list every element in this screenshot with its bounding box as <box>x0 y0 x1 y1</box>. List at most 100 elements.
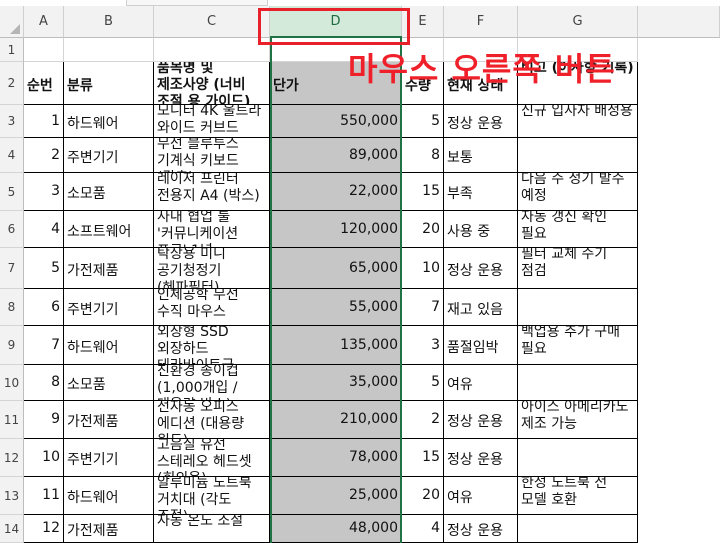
cell-seq[interactable]: 6 <box>24 289 64 326</box>
column-header-a[interactable]: A <box>24 6 64 38</box>
row-header[interactable]: 7 <box>0 248 24 289</box>
cell-status[interactable]: 보통 <box>444 138 518 173</box>
cell-category[interactable]: 하드웨어 <box>64 326 154 365</box>
cell-qty[interactable]: 3 <box>402 326 444 365</box>
cell-price[interactable]: 65,000 <box>270 248 402 289</box>
cell-seq[interactable]: 3 <box>24 173 64 211</box>
row-header[interactable]: 2 <box>0 62 24 105</box>
cell-spec[interactable]: 탁상용 미니 공기청정기 (헤파필터) <box>154 248 270 289</box>
cell-note[interactable] <box>518 138 638 173</box>
cell-qty[interactable]: 20 <box>402 477 444 515</box>
cell-spec[interactable]: 모니터 4K 울트라 와이드 커브드 모니터 34 <box>154 105 270 138</box>
cell-status[interactable]: 부족 <box>444 173 518 211</box>
cell-empty[interactable] <box>24 38 64 62</box>
row-header[interactable]: 14 <box>0 515 24 543</box>
cell-spec[interactable]: 레이저 프린터 전용지 A4 (박스) <box>154 173 270 211</box>
cell-seq[interactable]: 7 <box>24 326 64 365</box>
cell-qty[interactable]: 5 <box>402 365 444 401</box>
column-header-overflow[interactable] <box>638 6 720 38</box>
cell-seq[interactable]: 1 <box>24 105 64 138</box>
cell-spec[interactable]: 전자동 오피스 에디션 (대용량 원두) <box>154 401 270 439</box>
cell-spec[interactable]: 외장형 SSD 외장하드 테라바이트급 (보안) <box>154 326 270 365</box>
cell-spec[interactable]: 사내 협업 툴 '커뮤니케이션 프로' 1년 <box>154 211 270 248</box>
cell-status[interactable]: 정상 운용 <box>444 439 518 477</box>
cell-category[interactable]: 주변기기 <box>64 289 154 326</box>
cell-category[interactable]: 주변기기 <box>64 138 154 173</box>
cell-seq[interactable]: 2 <box>24 138 64 173</box>
cell-seq[interactable]: 9 <box>24 401 64 439</box>
header-cell-category[interactable]: 분류 <box>64 62 154 105</box>
cell-note[interactable]: 다음 주 정기 발주 예정 <box>518 173 638 211</box>
cell-qty[interactable]: 7 <box>402 289 444 326</box>
cell-spec[interactable]: 인체공학 무선 수직 마우스 <box>154 289 270 326</box>
cell-note[interactable] <box>518 365 638 401</box>
cell-price[interactable]: 35,000 <box>270 365 402 401</box>
cell-spec[interactable]: 무선 블루투스 기계식 키보드 (갈축) <box>154 138 270 173</box>
cell-qty[interactable]: 4 <box>402 515 444 543</box>
cell-status[interactable]: 품절임박 <box>444 326 518 365</box>
cell-qty[interactable]: 10 <box>402 248 444 289</box>
cell-price[interactable]: 135,000 <box>270 326 402 365</box>
cell-note[interactable] <box>518 289 638 326</box>
cell-status[interactable]: 여유 <box>444 477 518 515</box>
cell-note[interactable]: 백업용 추가 구매 필요 <box>518 326 638 365</box>
cell-qty[interactable]: 5 <box>402 105 444 138</box>
cell-note[interactable] <box>518 515 638 543</box>
cell-status[interactable]: 사용 중 <box>444 211 518 248</box>
cell-qty[interactable]: 20 <box>402 211 444 248</box>
cell-category[interactable]: 소모품 <box>64 173 154 211</box>
row-header[interactable]: 9 <box>0 326 24 365</box>
column-header-g[interactable]: G <box>518 6 638 38</box>
cell-price[interactable]: 550,000 <box>270 105 402 138</box>
cell-spec[interactable]: 알루미늄 노트북 거치대 (각도 조절) <box>154 477 270 515</box>
row-header[interactable]: 10 <box>0 365 24 401</box>
cell-status[interactable]: 여유 <box>444 365 518 401</box>
cell-status[interactable]: 정상 운용 <box>444 401 518 439</box>
header-cell-spec[interactable]: 품목명 및 제조사양 (너비 조절 용 가이드) <box>154 62 270 105</box>
cell-price[interactable]: 120,000 <box>270 211 402 248</box>
row-header[interactable]: 12 <box>0 439 24 477</box>
cell-category[interactable]: 가전제품 <box>64 248 154 289</box>
cell-category[interactable]: 가전제품 <box>64 515 154 543</box>
cell-seq[interactable]: 4 <box>24 211 64 248</box>
cell-seq[interactable]: 12 <box>24 515 64 543</box>
row-header[interactable]: 5 <box>0 173 24 211</box>
row-header[interactable]: 1 <box>0 38 24 62</box>
cell-status[interactable]: 정상 운용 <box>444 105 518 138</box>
cell-spec[interactable]: 고음질 유선 스테레오 헤드셋 (회의용) <box>154 439 270 477</box>
cell-category[interactable]: 가전제품 <box>64 401 154 439</box>
cell-note[interactable] <box>518 439 638 477</box>
cell-spec[interactable]: 자동 온도 조절 <box>154 515 270 543</box>
row-header[interactable]: 13 <box>0 477 24 515</box>
cell-note[interactable]: 신규 입사자 배정용 <box>518 105 638 138</box>
cell-status[interactable]: 정상 운용 <box>444 248 518 289</box>
cell-qty[interactable]: 15 <box>402 173 444 211</box>
cell-price[interactable]: 48,000 <box>270 515 402 543</box>
column-header-b[interactable]: B <box>64 6 154 38</box>
cell-seq[interactable]: 5 <box>24 248 64 289</box>
cell-qty[interactable]: 8 <box>402 138 444 173</box>
column-header-d[interactable]: D <box>270 6 402 38</box>
select-all-button[interactable] <box>0 6 24 38</box>
cell-empty[interactable] <box>154 38 270 62</box>
row-header[interactable]: 3 <box>0 105 24 138</box>
cell-price[interactable]: 25,000 <box>270 477 402 515</box>
header-cell-seq[interactable]: 순번 <box>24 62 64 105</box>
cell-status[interactable]: 정상 운용 <box>444 515 518 543</box>
cell-qty[interactable]: 15 <box>402 439 444 477</box>
cell-category[interactable]: 소프트웨어 <box>64 211 154 248</box>
cell-category[interactable]: 하드웨어 <box>64 477 154 515</box>
column-header-f[interactable]: F <box>444 6 518 38</box>
row-header[interactable]: 11 <box>0 401 24 439</box>
cell-category[interactable]: 주변기기 <box>64 439 154 477</box>
cell-note[interactable]: 자동 갱신 확인 필요 <box>518 211 638 248</box>
cell-empty[interactable] <box>64 38 154 62</box>
cell-price[interactable]: 78,000 <box>270 439 402 477</box>
column-header-e[interactable]: E <box>402 6 444 38</box>
row-header[interactable]: 4 <box>0 138 24 173</box>
row-header[interactable]: 8 <box>0 289 24 326</box>
cell-price[interactable]: 22,000 <box>270 173 402 211</box>
cell-price[interactable]: 89,000 <box>270 138 402 173</box>
cell-note[interactable]: 아이스 아메리카노 제조 가능 <box>518 401 638 439</box>
cell-note[interactable]: 한성 노트북 전 모델 호환 <box>518 477 638 515</box>
